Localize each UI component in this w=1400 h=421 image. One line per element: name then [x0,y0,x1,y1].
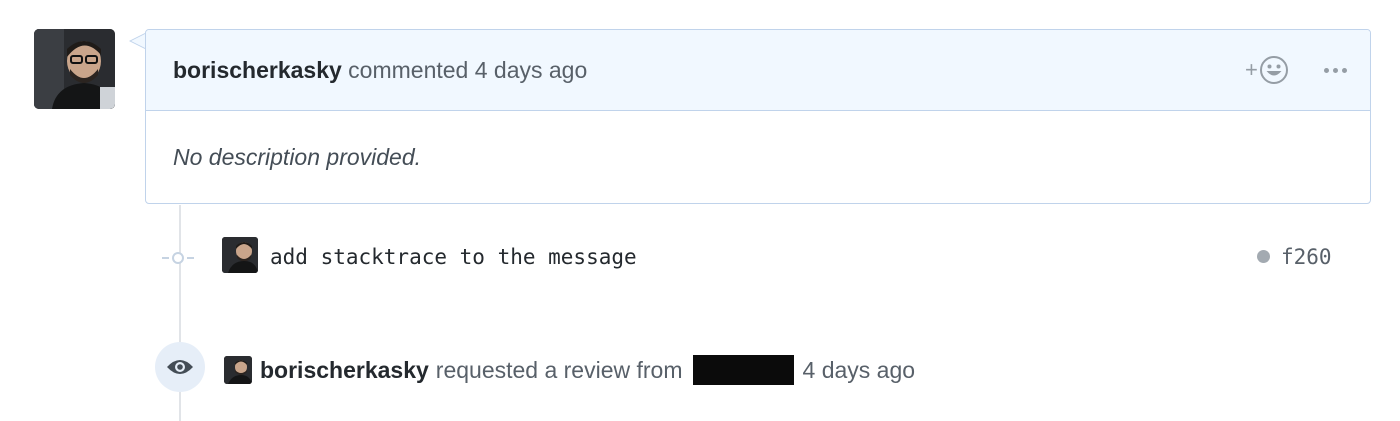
author-avatar-image [34,29,115,109]
comment-timestamp[interactable]: 4 days ago [475,57,588,83]
redacted-reviewer [692,355,794,385]
comment-body: No description provided. [173,144,422,170]
review-event-badge [155,342,205,392]
comment-header-text: borischerkasky commented 4 days ago [173,57,587,84]
comment-author-link[interactable]: borischerkasky [173,57,342,83]
author-avatar[interactable] [34,29,115,109]
comment-caret-fill [131,34,145,48]
commit-sha-link[interactable]: f260 [1281,245,1332,269]
commit-status-indicator[interactable] [1257,250,1270,263]
review-action: requested a review from [435,356,683,383]
commit-author-avatar[interactable] [222,237,258,273]
comment-options-button[interactable] [1320,54,1350,86]
add-reaction-button[interactable]: + [1245,54,1289,86]
comment-action: commented [348,57,469,83]
comment-box: borischerkasky commented 4 days ago + No… [145,29,1371,204]
review-request-text: borischerkasky requested a review from 4… [260,355,915,385]
commit-message-link[interactable]: add stacktrace to the message [270,245,637,269]
kebab-horizontal-icon [1323,67,1347,73]
reaction-plus-label: + [1245,57,1258,82]
review-author-avatar[interactable] [224,356,252,384]
review-author-link[interactable]: borischerkasky [260,357,429,384]
comment-header: borischerkasky commented 4 days ago + [146,30,1370,111]
review-author-avatar-image [224,356,252,384]
review-timestamp[interactable]: 4 days ago [803,357,916,384]
commit-author-avatar-image [222,237,258,273]
commit-node-line [162,257,194,259]
smiley-icon [1259,56,1288,84]
eye-icon [167,360,193,374]
